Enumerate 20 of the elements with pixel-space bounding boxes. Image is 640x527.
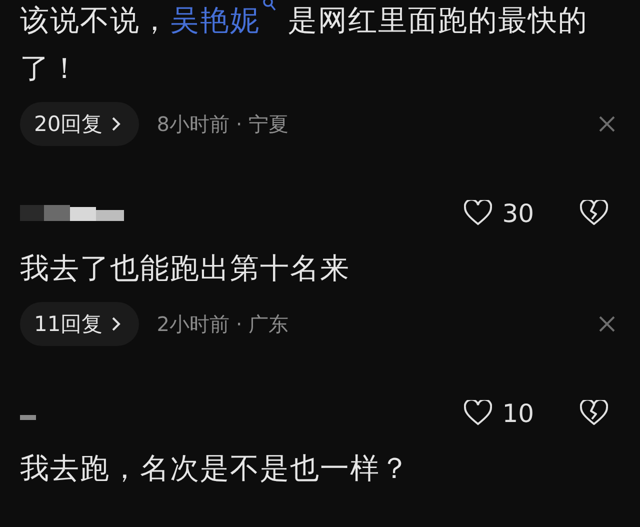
heart-icon[interactable] — [464, 400, 492, 426]
chevron-right-icon — [110, 316, 121, 332]
search-icon[interactable] — [262, 0, 276, 12]
comment-text: 我去跑，名次是不是也一样？ — [20, 450, 411, 487]
heart-icon[interactable] — [464, 200, 492, 226]
close-icon[interactable] — [598, 315, 616, 333]
comment-text: 该说不说，吴艳妮 是网红里面跑的最快的了！ — [20, 0, 620, 92]
comment-text: 我去了也能跑出第十名来 — [20, 250, 351, 287]
comment-time-location: 8小时前 · 宁夏 — [156, 110, 289, 138]
replies-button[interactable]: 20回复 — [20, 102, 139, 146]
mention-link[interactable]: 吴艳妮 — [170, 3, 278, 37]
broken-heart-icon[interactable] — [580, 400, 608, 426]
blurred-username — [20, 413, 36, 421]
like-count: 10 — [502, 398, 534, 428]
like-count: 30 — [502, 198, 534, 228]
comment-time-location: 2小时前 · 广东 — [156, 310, 289, 338]
chevron-right-icon — [110, 116, 121, 132]
broken-heart-icon[interactable] — [580, 200, 608, 226]
replies-button[interactable]: 11回复 — [20, 302, 139, 346]
close-icon[interactable] — [598, 115, 616, 133]
